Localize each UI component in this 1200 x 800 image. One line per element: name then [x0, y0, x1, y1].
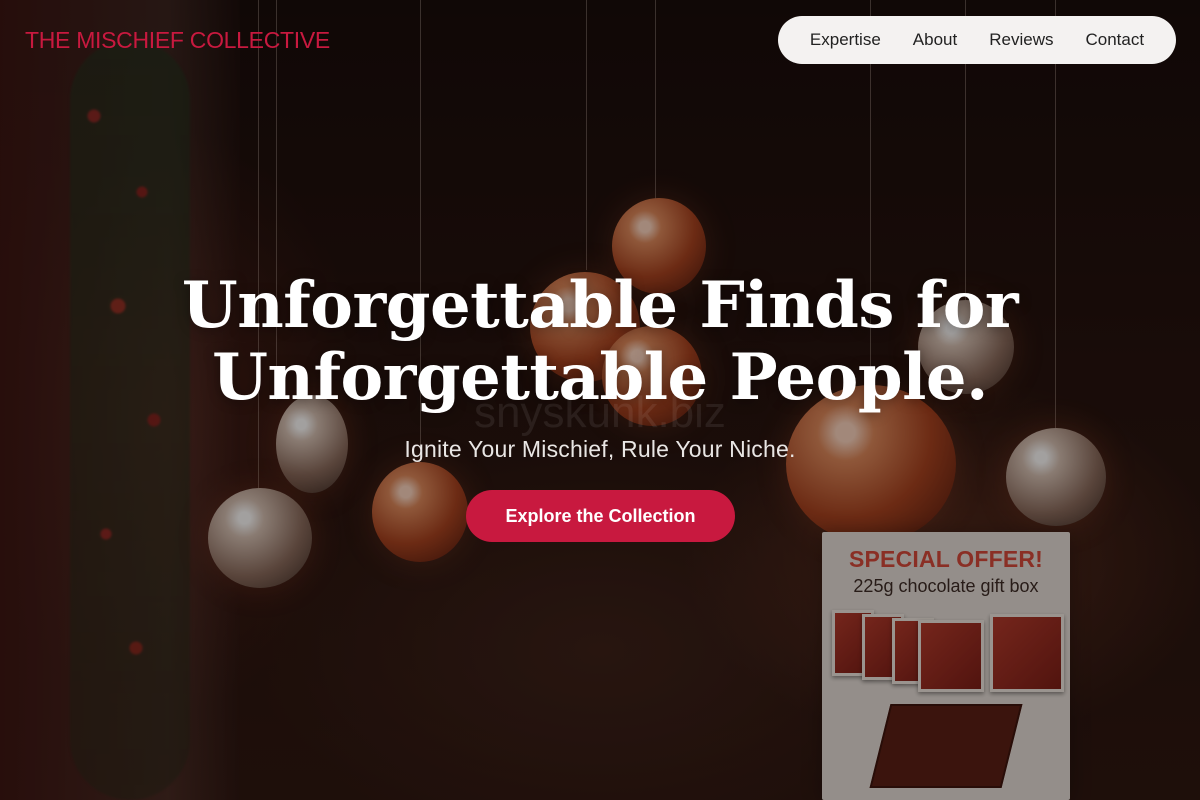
- brand-logo[interactable]: THE MISCHIEF COLLECTIVE: [25, 27, 330, 54]
- nav-link-reviews[interactable]: Reviews: [989, 30, 1053, 50]
- hero-headline: Unforgettable Finds for Unforgettable Pe…: [0, 270, 1200, 414]
- hero-tagline: Ignite Your Mischief, Rule Your Niche.: [404, 436, 796, 462]
- hero-content: Unforgettable Finds for Unforgettable Pe…: [0, 270, 1200, 463]
- headline-line-1: Unforgettable Finds for: [181, 268, 1019, 343]
- nav-link-about[interactable]: About: [913, 30, 957, 50]
- headline-line-2: Unforgettable People.: [212, 340, 988, 415]
- explore-collection-button[interactable]: Explore the Collection: [466, 490, 735, 542]
- main-nav: Expertise About Reviews Contact: [778, 16, 1176, 64]
- nav-link-expertise[interactable]: Expertise: [810, 30, 881, 50]
- nav-link-contact[interactable]: Contact: [1085, 30, 1144, 50]
